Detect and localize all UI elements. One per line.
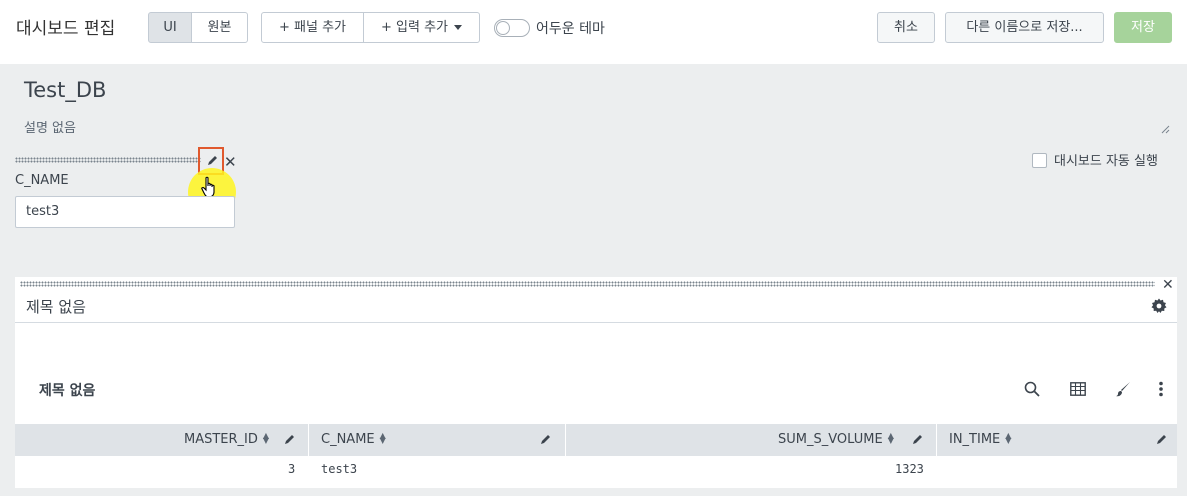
- column-pencil-icon[interactable]: [284, 433, 296, 445]
- column-divider: [308, 424, 309, 456]
- column-divider: [936, 424, 937, 456]
- close-icon[interactable]: ✕: [224, 153, 237, 171]
- more-vertical-icon[interactable]: [1153, 381, 1169, 397]
- column-header-in-time[interactable]: IN_TIME ▲ ▼: [949, 424, 1011, 456]
- panel-drag-handle[interactable]: [20, 281, 1155, 287]
- gear-icon[interactable]: [1151, 298, 1167, 314]
- column-header-label: MASTER_ID: [184, 432, 258, 447]
- column-header-c-name[interactable]: C_NAME ▲ ▼: [321, 424, 386, 456]
- panel: [15, 277, 1177, 488]
- column-header-label: C_NAME: [321, 432, 375, 447]
- add-input-button[interactable]: + 입력 추가: [363, 12, 480, 43]
- tab-source[interactable]: 원본: [191, 12, 248, 43]
- column-header-master-id[interactable]: MASTER_ID ▲ ▼: [184, 424, 269, 456]
- cancel-button[interactable]: 취소: [877, 12, 935, 43]
- caret-down-icon: [454, 25, 462, 30]
- brush-icon[interactable]: [1115, 381, 1131, 397]
- toggle-knob: [496, 21, 510, 35]
- dashboard-description[interactable]: 설명 없음: [24, 117, 76, 136]
- column-pencil-icon[interactable]: [1156, 433, 1168, 445]
- add-input-label: + 입력 추가: [381, 20, 448, 35]
- sort-icon: ▲ ▼: [1005, 431, 1012, 445]
- add-panel-button[interactable]: + 패널 추가: [261, 12, 364, 43]
- autorun-checkbox[interactable]: 대시보드 자동 실행: [1032, 150, 1158, 169]
- save-button[interactable]: 저장: [1114, 12, 1172, 43]
- panel-title[interactable]: 제목 없음: [26, 296, 86, 317]
- dark-theme-toggle[interactable]: [494, 19, 530, 37]
- sort-icon: ▲ ▼: [379, 431, 386, 445]
- column-header-sum-s-volume[interactable]: SUM_S_VOLUME ▲ ▼: [778, 424, 894, 456]
- resize-handle-icon[interactable]: [1160, 124, 1170, 134]
- sort-icon: ▲ ▼: [887, 431, 894, 445]
- autorun-label: 대시보드 자동 실행: [1054, 154, 1158, 169]
- search-icon[interactable]: [1024, 381, 1040, 397]
- panel-divider: [15, 322, 1177, 323]
- input-label: C_NAME: [15, 173, 69, 188]
- column-header-label: IN_TIME: [949, 432, 1001, 447]
- column-pencil-icon[interactable]: [912, 433, 924, 445]
- table-icon[interactable]: [1070, 381, 1086, 397]
- column-divider: [565, 424, 566, 456]
- input-drag-handle[interactable]: [15, 157, 201, 163]
- visualization-title[interactable]: 제목 없음: [39, 380, 95, 400]
- page-title: 대시보드 편집: [16, 19, 116, 39]
- column-pencil-icon[interactable]: [540, 433, 552, 445]
- save-as-button[interactable]: 다른 이름으로 저장...: [945, 12, 1104, 43]
- cell-master-id: 3: [288, 462, 296, 476]
- c-name-text-input[interactable]: test3: [15, 196, 235, 228]
- cell-sum-s-volume: 1323: [895, 462, 924, 476]
- column-header-label: SUM_S_VOLUME: [778, 432, 883, 447]
- cell-c-name: test3: [321, 462, 358, 476]
- dark-theme-label: 어두운 테마: [536, 21, 605, 37]
- close-panel-icon[interactable]: ✕: [1162, 277, 1174, 293]
- sort-icon: ▲ ▼: [262, 431, 270, 445]
- checkbox-icon: [1032, 153, 1047, 168]
- dashboard-title[interactable]: Test_DB: [24, 78, 106, 102]
- tab-ui[interactable]: UI: [148, 12, 192, 43]
